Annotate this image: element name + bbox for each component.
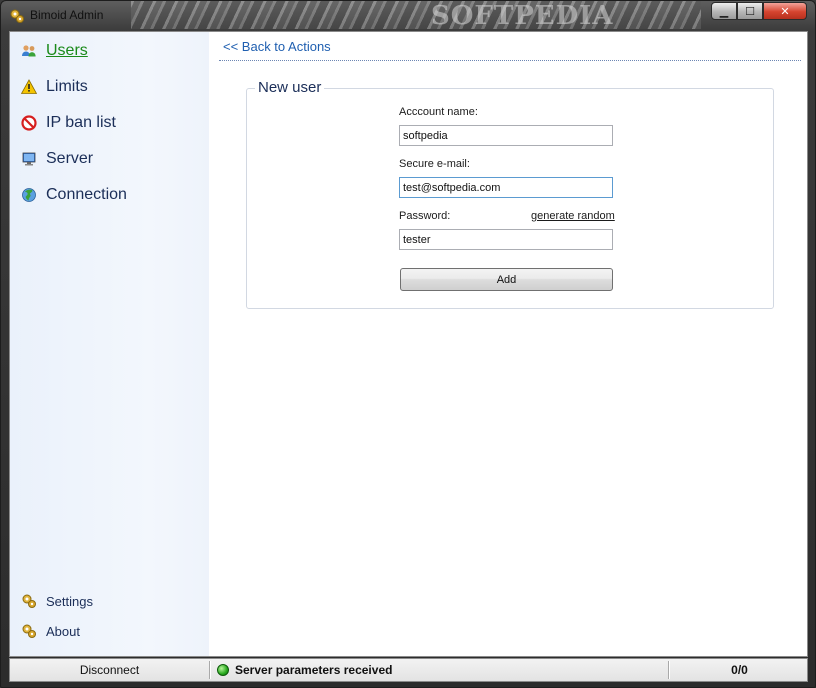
counter-text: 0/0 — [731, 663, 748, 677]
sidebar-item-about[interactable]: About — [20, 621, 80, 641]
sidebar-item-label: Limits — [46, 78, 88, 95]
app-gears-icon — [10, 9, 24, 23]
client-area: Users Limits IP ban list Server Connecti… — [9, 31, 808, 657]
ban-icon — [20, 114, 38, 132]
gears-icon — [20, 622, 38, 640]
users-icon — [20, 42, 38, 60]
generate-random-link[interactable]: generate random — [531, 210, 615, 222]
disconnect-label: Disconnect — [79, 663, 140, 677]
close-button[interactable]: ✕ — [763, 2, 807, 20]
app-window: SOFTPEDIA Bimoid Admin ▁ ☐ ✕ Users Limit… — [0, 0, 816, 688]
globe-icon — [20, 186, 38, 204]
minimize-button[interactable]: ▁ — [711, 2, 737, 20]
sidebar-item-label: About — [46, 623, 80, 639]
status-text: Server parameters received — [235, 663, 393, 677]
password-label: Password: — [399, 210, 451, 222]
header-divider — [219, 60, 801, 61]
status-ok-icon — [217, 664, 229, 676]
monitor-icon — [20, 150, 38, 168]
sidebar-item-settings[interactable]: Settings — [20, 591, 93, 611]
account-name-input[interactable] — [399, 125, 613, 146]
back-to-actions-link[interactable]: << Back to Actions — [223, 39, 331, 54]
maximize-button[interactable]: ☐ — [737, 2, 763, 20]
new-user-group-title: New user — [255, 79, 325, 96]
account-name-label: Acccount name: — [399, 106, 478, 118]
disconnect-button[interactable]: Disconnect — [10, 659, 209, 681]
minimize-icon: ▁ — [719, 4, 729, 18]
sidebar-item-limits[interactable]: Limits — [20, 75, 88, 99]
window-controls: ▁ ☐ ✕ — [711, 2, 807, 20]
sidebar-item-server[interactable]: Server — [20, 147, 93, 171]
close-icon: ✕ — [780, 4, 790, 18]
window-title: Bimoid Admin — [30, 8, 104, 22]
sidebar-item-connection[interactable]: Connection — [20, 183, 127, 207]
sidebar: Users Limits IP ban list Server Connecti… — [10, 32, 209, 656]
main-panel: << Back to Actions SOFTPEDIA Acccount na… — [209, 32, 807, 656]
title-background-texture — [131, 1, 701, 29]
sidebar-item-label: Settings — [46, 593, 93, 609]
warning-icon — [20, 78, 38, 96]
secure-email-input[interactable] — [399, 177, 613, 198]
new-user-groupbox: SOFTPEDIA Acccount name: Secure e-mail: … — [246, 88, 774, 309]
status-separator — [668, 661, 670, 679]
status-counter: 0/0 — [672, 659, 807, 681]
sidebar-item-ip-ban-list[interactable]: IP ban list — [20, 111, 116, 135]
sidebar-item-label: Server — [46, 150, 94, 167]
secure-email-label: Secure e-mail: — [399, 158, 470, 170]
status-bar: Disconnect Server parameters received 0/… — [9, 658, 808, 682]
password-input[interactable] — [399, 229, 613, 250]
add-button[interactable]: Add — [400, 268, 613, 291]
maximize-icon: ☐ — [745, 4, 755, 18]
sidebar-item-label: Users — [46, 42, 88, 59]
gears-icon — [20, 592, 38, 610]
sidebar-item-users[interactable]: Users — [20, 39, 88, 63]
title-bar[interactable]: SOFTPEDIA Bimoid Admin ▁ ☐ ✕ — [1, 1, 815, 31]
title-watermark: SOFTPEDIA — [431, 1, 614, 31]
status-message: Server parameters received — [217, 659, 657, 681]
status-separator — [209, 661, 211, 679]
sidebar-item-label: IP ban list — [46, 114, 116, 131]
sidebar-item-label: Connection — [46, 186, 127, 203]
